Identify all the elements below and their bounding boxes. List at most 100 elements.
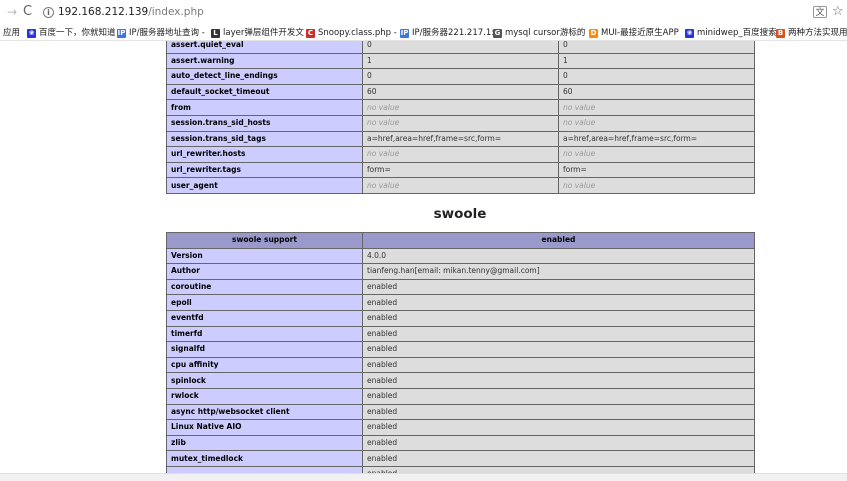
swoole-table: swoole support enabled Version 4.0.0 Author t… [166, 232, 755, 473]
master-value: form= [558, 161, 755, 179]
bookmark-item[interactable]: 应用 [3, 27, 20, 39]
google-g-icon: G [493, 28, 502, 38]
feature-name: eventfd [166, 309, 363, 327]
table-row: rwlock enabled [166, 387, 755, 405]
bookmark-star-icon[interactable]: ☆ [832, 4, 844, 20]
bookmark-item[interactable]: Llayer弹层组件开发文 [211, 27, 304, 39]
master-value: no value [558, 99, 755, 116]
directive-name: assert.quiet_eval [166, 41, 363, 54]
directive-row: session.trans_sid_hosts no value no value [166, 114, 755, 132]
layer-favicon-icon: L [211, 28, 220, 38]
bookmark-label: minidwep_百度搜索 [697, 28, 777, 38]
feature-value: enabled [362, 294, 755, 311]
feature-name: rwlock [166, 387, 363, 405]
directive-row: assert.quiet_eval 0 0 [166, 41, 755, 54]
local-value: no value [362, 99, 559, 116]
directive-row: user_agent no value no value [166, 177, 755, 194]
site-favicon-icon: IP [117, 28, 126, 38]
directive-name: session.trans_sid_hosts [166, 114, 363, 132]
local-value: a=href,area=href,frame=src,form= [362, 130, 559, 148]
feature-name: epoll [166, 294, 363, 311]
directive-row: assert.warning 1 1 [166, 52, 755, 70]
address-bar: → C i 192.168.212.139/index.php 文 ☆ [0, 0, 847, 26]
feature-value: enabled [362, 341, 755, 358]
bookmark-item[interactable]: C Snoopy.class.php - [306, 27, 397, 39]
bookmark-label: 两种方法实现用 [788, 28, 847, 38]
baidu-paw-icon: ❀ [685, 28, 694, 38]
feature-value: enabled [362, 387, 755, 405]
directive-row: default_socket_timeout 60 60 [166, 83, 755, 101]
feature-value: enabled [362, 372, 755, 389]
bookmark-label: mysql cursor游标的 [505, 28, 586, 38]
table-row: eventfd enabled [166, 309, 755, 327]
bookmark-item[interactable]: Gmysql cursor游标的 [493, 27, 585, 39]
bookmark-label: 百度一下，你就知道 [39, 28, 116, 38]
local-value: 0 [362, 41, 559, 54]
local-value: 60 [362, 83, 559, 101]
master-value: no value [558, 177, 755, 194]
directives-table: assert.quiet_eval 0 0 assert.warning 1 1 auto_… [166, 41, 755, 194]
bookmark-label: MUI-最接近原生APP [601, 28, 679, 38]
directive-row: session.trans_sid_tags a=href,area=href,f… [166, 130, 755, 148]
reload-icon[interactable]: C [23, 4, 32, 20]
url-field[interactable]: 192.168.212.139/index.php [58, 6, 204, 19]
bookmark-item[interactable]: B 两种方法实现用 [776, 27, 847, 39]
directive-name: auto_detect_line_endings [166, 68, 363, 85]
table-row: zlib enabled [166, 434, 755, 452]
directive-row: url_rewriter.hosts no value no value [166, 146, 755, 163]
site-favicon-icon: IP [400, 28, 409, 38]
local-value: 0 [362, 68, 559, 85]
local-value: form= [362, 161, 559, 179]
master-value: a=href,area=href,frame=src,form= [558, 130, 755, 148]
bookmark-label: IP/服务器地址查询 - [129, 28, 205, 38]
local-value: 1 [362, 52, 559, 70]
master-value: 0 [558, 41, 755, 54]
local-value: no value [362, 146, 559, 163]
feature-name: coroutine [166, 278, 363, 296]
url-path: /index.php [148, 6, 204, 18]
site-info-icon[interactable]: i [43, 7, 54, 18]
bookmark-label: IP/服务器221.217.1: [412, 28, 495, 38]
feature-value: enabled [362, 465, 755, 473]
feature-name: zlib [166, 434, 363, 452]
directive-name: url_rewriter.hosts [166, 146, 363, 163]
master-value: 1 [558, 52, 755, 70]
feature-name: signalfd [166, 341, 363, 358]
directive-name: user_agent [166, 177, 363, 194]
feature-value: enabled [362, 419, 755, 436]
bookmark-item[interactable]: D MUI-最接近原生APP [589, 27, 679, 39]
bookmark-label: layer弹层组件开发文 [223, 28, 304, 38]
feature-name: timerfd [166, 325, 363, 343]
url-host: 192.168.212.139 [58, 6, 149, 18]
local-value: no value [362, 177, 559, 194]
bookmark-item[interactable]: ❀ 百度一下，你就知道 [27, 27, 116, 39]
table-row: async http/websocket client enabled [166, 403, 755, 421]
feature-name: cpu affinity [166, 356, 363, 374]
column-header: swoole support [166, 232, 363, 249]
directive-row: url_rewriter.tags form= form= [166, 161, 755, 179]
bookmark-item[interactable]: IP IP/服务器221.217.1: [400, 27, 494, 39]
table-row: Linux Native AIO enabled [166, 419, 755, 436]
feature-value: 4.0.0 [362, 247, 755, 265]
feature-value: enabled [362, 356, 755, 374]
feature-value: enabled [362, 309, 755, 327]
table-row: signalfd enabled [166, 341, 755, 358]
directive-name: session.trans_sid_tags [166, 130, 363, 148]
feature-name: spinlock [166, 372, 363, 389]
feature-name: Linux Native AIO [166, 419, 363, 436]
column-header: enabled [362, 232, 755, 249]
bookmark-label: 应用 [3, 28, 21, 38]
horizontal-scrollbar[interactable] [0, 473, 847, 481]
translate-icon[interactable]: 文 [813, 6, 827, 18]
feature-value: enabled [362, 450, 755, 467]
feature-name [166, 465, 363, 473]
cnblogs-favicon-icon: B [776, 28, 785, 38]
bookmark-label: Snoopy.class.php - [318, 28, 397, 38]
bookmark-item[interactable]: IP IP/服务器地址查询 - [117, 27, 205, 39]
directive-name: assert.warning [166, 52, 363, 70]
feature-name: Author [166, 263, 363, 280]
table-row: Version 4.0.0 [166, 247, 755, 265]
table-row: epoll enabled [166, 294, 755, 311]
bookmark-item[interactable]: ❀ minidwep_百度搜索 [685, 27, 777, 39]
back-arrow-icon[interactable]: → [7, 5, 17, 19]
